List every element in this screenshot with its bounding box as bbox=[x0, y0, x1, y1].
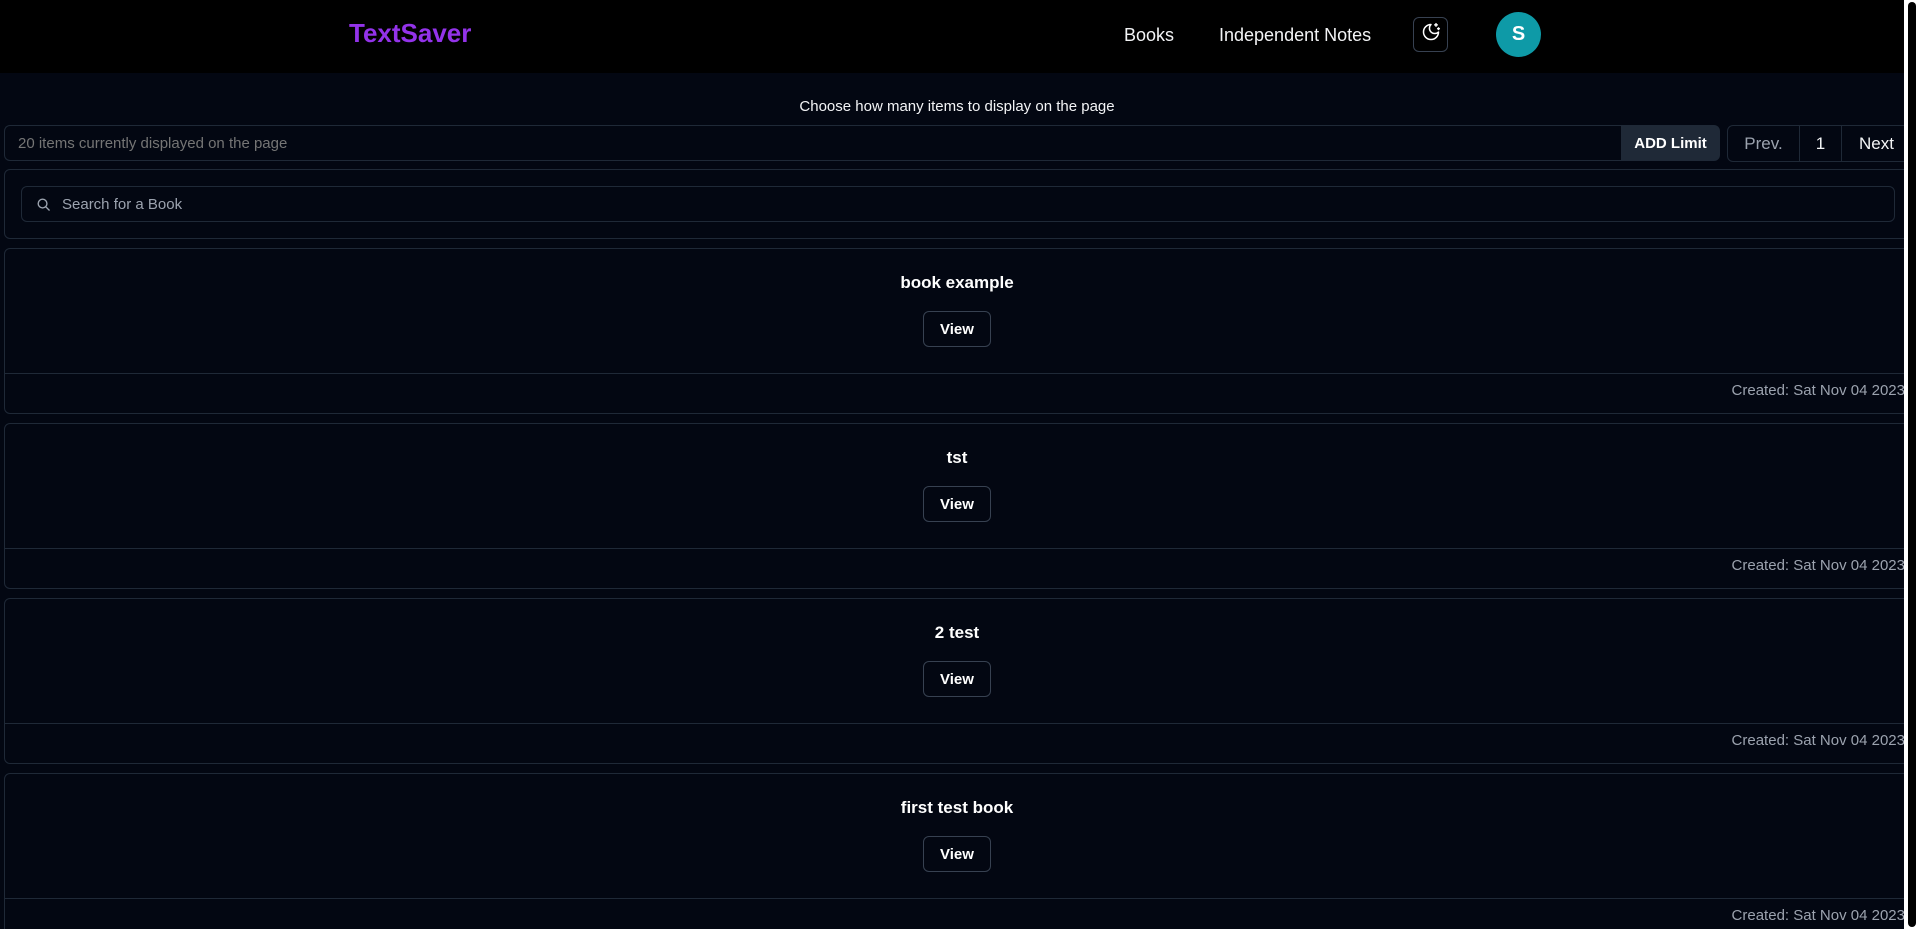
divider bbox=[5, 723, 1909, 724]
divider bbox=[5, 548, 1909, 549]
book-title: 2 test bbox=[934, 623, 980, 642]
book-card: book example View Created: Sat Nov 04 20… bbox=[4, 248, 1910, 414]
book-created-date: Created: Sat Nov 04 2023 bbox=[1731, 382, 1905, 399]
book-card: first test book View Created: Sat Nov 04… bbox=[4, 773, 1910, 929]
brand-logo[interactable]: TextSaver bbox=[349, 18, 471, 49]
next-page-button[interactable]: Next bbox=[1842, 125, 1912, 162]
book-created-date: Created: Sat Nov 04 2023 bbox=[1731, 557, 1905, 574]
search-input[interactable] bbox=[62, 187, 1882, 221]
theme-toggle-button[interactable] bbox=[1413, 17, 1448, 52]
search-icon bbox=[36, 197, 51, 217]
book-title: book example bbox=[900, 273, 1014, 292]
scrollbar-thumb[interactable] bbox=[1908, 2, 1916, 927]
book-card-body: first test book View bbox=[5, 774, 1909, 898]
page: TextSaver Books Independent Notes S Choo… bbox=[0, 0, 1920, 929]
search-box bbox=[21, 186, 1895, 222]
add-limit-button[interactable]: ADD Limit bbox=[1621, 125, 1720, 161]
book-created-date: Created: Sat Nov 04 2023 bbox=[1731, 907, 1905, 924]
book-card: 2 test View Created: Sat Nov 04 2023 bbox=[4, 598, 1910, 764]
pagination: Prev. 1 Next bbox=[1727, 125, 1912, 162]
book-title: first test book bbox=[900, 798, 1014, 817]
view-book-button[interactable]: View bbox=[923, 661, 991, 697]
book-card-body: tst View bbox=[5, 424, 1909, 548]
nav-link-books[interactable]: Books bbox=[1124, 25, 1174, 46]
divider bbox=[5, 898, 1909, 899]
book-created-date: Created: Sat Nov 04 2023 bbox=[1731, 732, 1905, 749]
moon-stars-icon bbox=[1421, 22, 1441, 47]
view-book-button[interactable]: View bbox=[923, 311, 991, 347]
limit-title: Choose how many items to display on the … bbox=[799, 98, 1115, 115]
limit-input[interactable] bbox=[4, 125, 1622, 161]
book-title: tst bbox=[946, 448, 968, 467]
user-avatar[interactable]: S bbox=[1496, 12, 1541, 57]
book-card-body: book example View bbox=[5, 249, 1909, 373]
book-card-body: 2 test View bbox=[5, 599, 1909, 723]
current-page-number[interactable]: 1 bbox=[1800, 125, 1842, 162]
search-card bbox=[4, 169, 1910, 239]
prev-page-button[interactable]: Prev. bbox=[1727, 125, 1800, 162]
divider bbox=[5, 373, 1909, 374]
vertical-scrollbar[interactable] bbox=[1904, 0, 1920, 929]
view-book-button[interactable]: View bbox=[923, 486, 991, 522]
view-book-button[interactable]: View bbox=[923, 836, 991, 872]
book-card: tst View Created: Sat Nov 04 2023 bbox=[4, 423, 1910, 589]
nav-link-independent-notes[interactable]: Independent Notes bbox=[1219, 25, 1371, 46]
top-navbar: TextSaver Books Independent Notes S bbox=[0, 0, 1904, 73]
